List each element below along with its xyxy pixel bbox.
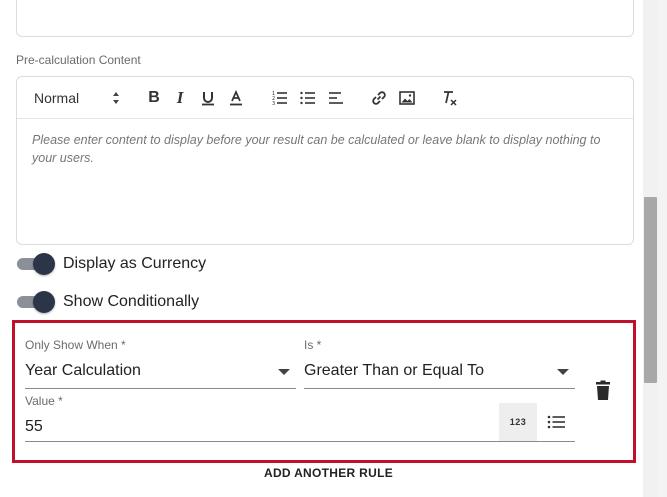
only-show-when-caret-icon xyxy=(278,369,290,375)
conditional-toggle[interactable] xyxy=(17,291,55,313)
format-select[interactable]: Normal xyxy=(34,89,120,107)
align-left-icon xyxy=(329,92,343,104)
is-label: Is * xyxy=(304,338,322,352)
text-color-icon xyxy=(230,89,242,106)
image-button[interactable] xyxy=(398,89,416,107)
select-arrows-icon xyxy=(113,92,119,104)
currency-toggle-thumb xyxy=(33,253,55,275)
underline-icon xyxy=(202,92,214,106)
link-icon xyxy=(372,91,386,105)
svg-text:3: 3 xyxy=(272,101,275,107)
scrollbar-thumb[interactable] xyxy=(644,197,657,383)
add-another-rule-button[interactable]: ADD ANOTHER RULE xyxy=(264,466,393,480)
clear-format-button[interactable] xyxy=(441,89,459,107)
list-mode-button[interactable] xyxy=(546,412,568,432)
ordered-list-icon: 1 2 3 xyxy=(272,91,287,107)
currency-toggle-label: Display as Currency xyxy=(63,255,207,272)
settings-panel: Pre-calculation Content Normal B I 1 2 3… xyxy=(0,0,643,497)
value-field[interactable]: Value * 55 xyxy=(25,394,575,442)
italic-button[interactable]: I xyxy=(171,89,189,107)
image-icon xyxy=(399,91,415,105)
conditional-toggle-label: Show Conditionally xyxy=(63,293,200,310)
clear-format-icon xyxy=(444,91,457,106)
is-caret-icon xyxy=(557,369,569,375)
condition-rule-box: Only Show When * Year Calculation Is * G… xyxy=(12,320,636,463)
link-button[interactable] xyxy=(370,89,388,107)
previous-content-box[interactable] xyxy=(16,0,634,37)
only-show-when-select[interactable]: Only Show When * Year Calculation xyxy=(25,338,296,389)
bullet-list-icon xyxy=(300,91,315,105)
currency-toggle[interactable] xyxy=(17,253,55,275)
trash-icon xyxy=(596,380,610,400)
value-input[interactable]: 55 xyxy=(25,418,43,436)
delete-rule-button[interactable] xyxy=(593,380,613,402)
precalc-label: Pre-calculation Content xyxy=(16,53,141,67)
editor-toolbar: Normal B I 1 2 3 xyxy=(17,77,633,119)
number-mode-button[interactable]: 123 xyxy=(499,403,537,441)
is-value: Greater Than or Equal To xyxy=(304,362,484,379)
text-color-button[interactable] xyxy=(227,89,245,107)
precalc-editor[interactable]: Normal B I 1 2 3 Please enter content to… xyxy=(16,76,634,245)
editor-placeholder: Please enter content to display before y… xyxy=(32,133,601,165)
only-show-when-underline xyxy=(25,388,296,389)
bullet-list-button[interactable] xyxy=(299,89,317,107)
ordered-list-button[interactable]: 1 2 3 xyxy=(271,89,289,107)
align-button[interactable] xyxy=(327,89,345,107)
underline-button[interactable] xyxy=(199,89,217,107)
is-underline xyxy=(304,388,575,389)
value-underline xyxy=(25,441,575,442)
conditional-toggle-thumb xyxy=(33,291,55,313)
value-label: Value * xyxy=(25,394,63,408)
only-show-when-label: Only Show When * xyxy=(25,338,126,352)
list-icon xyxy=(547,415,565,429)
only-show-when-value: Year Calculation xyxy=(25,362,141,379)
format-select-value: Normal xyxy=(34,90,80,106)
is-select[interactable]: Is * Greater Than or Equal To xyxy=(304,338,575,389)
bold-button[interactable]: B xyxy=(145,89,163,107)
